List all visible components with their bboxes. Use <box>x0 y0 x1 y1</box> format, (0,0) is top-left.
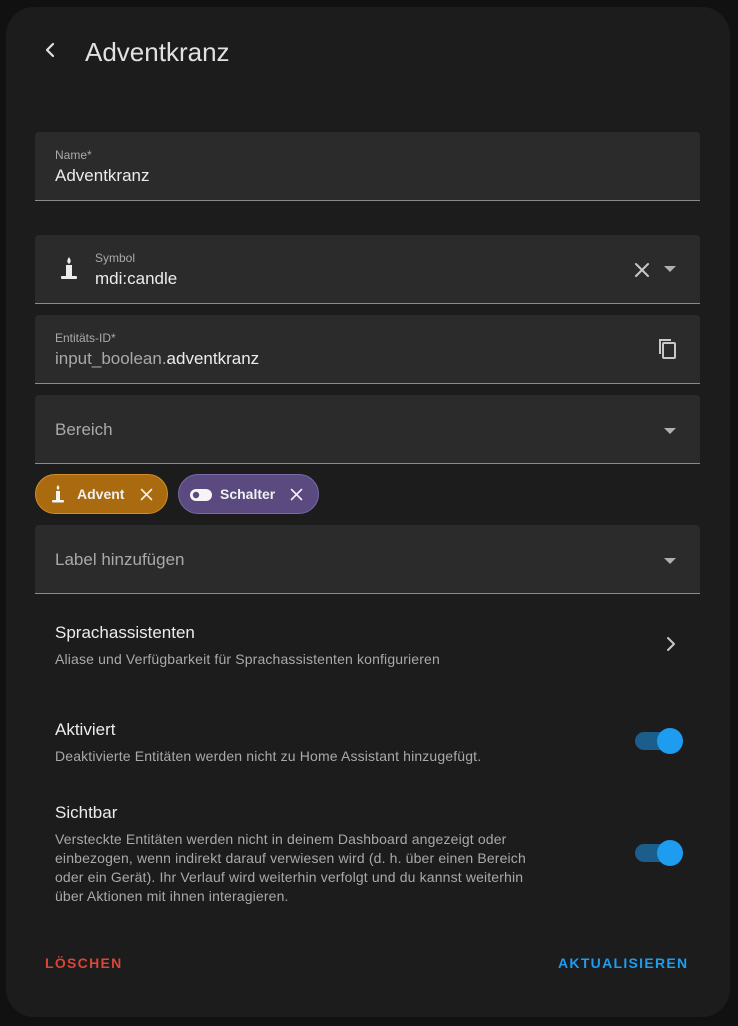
back-button[interactable] <box>34 36 66 68</box>
entity-id-value: input_boolean.adventkranz <box>55 349 259 369</box>
entity-settings-dialog: Adventkranz Name* Adventkranz Symbol mdi… <box>6 7 730 1017</box>
icon-field-label: Symbol <box>95 251 136 265</box>
visible-title: Sichtbar <box>55 803 118 822</box>
copy-icon[interactable] <box>657 337 679 366</box>
toggle-thumb <box>657 728 683 754</box>
label-chip-advent[interactable]: Advent <box>35 474 168 514</box>
visible-subtitle-line: oder ein Gerät). Ihr Verlauf wird weiter… <box>55 869 524 885</box>
candle-icon <box>50 484 66 507</box>
icon-field-value: mdi:candle <box>95 269 178 288</box>
close-icon <box>634 263 650 282</box>
enabled-subtitle: Deaktivierte Entitäten werden nicht zu H… <box>55 748 482 764</box>
visible-toggle[interactable] <box>635 839 683 867</box>
chevron-down-icon[interactable] <box>664 428 676 434</box>
enabled-title: Aktiviert <box>55 720 116 739</box>
area-select-placeholder: Bereich <box>55 420 113 439</box>
visible-subtitle-line: einbezogen, wenn indirekt darauf verwies… <box>55 850 526 866</box>
toggle-thumb <box>657 840 683 866</box>
enabled-toggle[interactable] <box>635 727 683 755</box>
dialog-title: Adventkranz <box>85 37 230 67</box>
voice-assistants-subtitle: Aliase und Verfügbarkeit für Sprachassis… <box>55 651 440 667</box>
arrow-left-icon <box>41 41 59 64</box>
toggle-switch-icon <box>190 488 212 504</box>
voice-assistants-row[interactable]: Sprachassistenten Aliase und Verfügbarke… <box>35 607 700 683</box>
visible-subtitle-line: Versteckte Entitäten werden nicht in dei… <box>55 831 507 847</box>
close-icon[interactable] <box>140 488 153 504</box>
entity-id-field[interactable]: Entitäts-ID* input_boolean.adventkranz <box>35 315 700 384</box>
name-field[interactable]: Name* Adventkranz <box>35 132 700 201</box>
delete-button[interactable]: LÖSCHEN <box>45 955 123 971</box>
label-chip-schalter[interactable]: Schalter <box>178 474 319 514</box>
update-button[interactable]: AKTUALISIEREN <box>558 955 688 971</box>
clear-icon-button[interactable] <box>634 262 650 283</box>
name-field-label: Name* <box>55 148 92 162</box>
visible-subtitle: Versteckte Entitäten werden nicht in dei… <box>55 830 526 906</box>
label-picker-placeholder: Label hinzufügen <box>55 550 185 569</box>
close-icon[interactable] <box>290 488 303 504</box>
chevron-right-icon <box>666 636 676 657</box>
icon-picker-field[interactable]: Symbol mdi:candle <box>35 235 700 304</box>
entity-id-label: Entitäts-ID* <box>55 331 116 345</box>
voice-assistants-title: Sprachassistenten <box>55 623 195 642</box>
entity-id-prefix: input_boolean. <box>55 349 167 368</box>
candle-icon <box>57 256 81 287</box>
chevron-down-icon[interactable] <box>664 558 676 564</box>
area-select-field[interactable]: Bereich <box>35 395 700 464</box>
dialog-header: Adventkranz <box>6 7 730 97</box>
chevron-down-icon[interactable] <box>664 266 676 272</box>
label-picker-field[interactable]: Label hinzufügen <box>35 525 700 594</box>
name-field-value: Adventkranz <box>55 166 150 185</box>
entity-id-object: adventkranz <box>166 349 260 368</box>
chip-label: Advent <box>77 486 125 502</box>
visible-subtitle-line: über Aktionen mit ihnen interagieren. <box>55 888 289 904</box>
chip-label: Schalter <box>220 486 276 502</box>
